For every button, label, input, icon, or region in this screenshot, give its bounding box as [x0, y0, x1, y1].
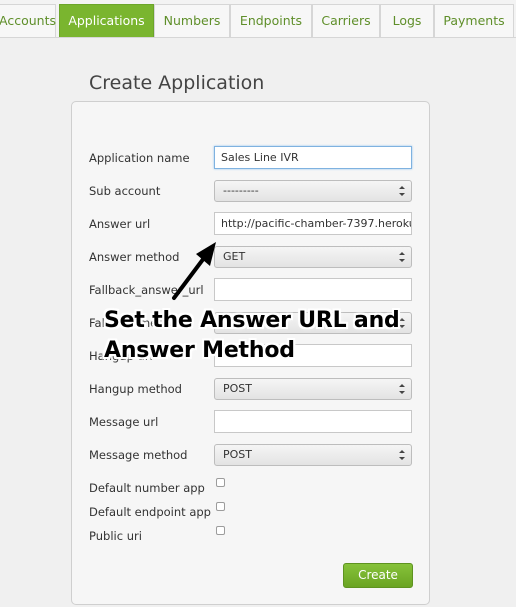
- public-uri-checkbox[interactable]: [216, 526, 225, 535]
- create-button[interactable]: Create: [343, 563, 413, 588]
- hangup-method-select[interactable]: POST: [214, 378, 412, 400]
- default-endpoint-app-checkbox[interactable]: [216, 502, 225, 511]
- message-url-label: Message url: [89, 415, 159, 429]
- page-title: Create Application: [89, 72, 265, 94]
- message-method-value: POST: [223, 448, 252, 461]
- top-nav: Accounts Applications Numbers Endpoints …: [0, 0, 516, 38]
- application-name-input[interactable]: Sales Line IVR: [214, 146, 412, 169]
- tab-payments[interactable]: Payments: [434, 4, 514, 37]
- tab-accounts[interactable]: Accounts: [0, 4, 56, 37]
- sub-account-label: Sub account: [89, 184, 161, 198]
- select-arrows-icon: [399, 252, 405, 262]
- message-method-label: Message method: [89, 448, 188, 462]
- answer-url-label: Answer url: [89, 217, 151, 231]
- message-url-input[interactable]: [214, 410, 412, 433]
- tab-carriers[interactable]: Carriers: [312, 4, 380, 37]
- public-uri-label: Public uri: [89, 529, 142, 543]
- answer-url-input[interactable]: http://pacific-chamber-7397.herokua: [214, 212, 412, 235]
- tab-endpoints[interactable]: Endpoints: [230, 4, 312, 37]
- annotation-text-line2: Answer Method: [104, 338, 295, 363]
- default-number-app-checkbox[interactable]: [216, 478, 225, 487]
- tab-logs[interactable]: Logs: [380, 4, 434, 37]
- answer-method-select[interactable]: GET: [214, 246, 412, 268]
- select-arrows-icon: [399, 450, 405, 460]
- application-name-label: Application name: [89, 151, 190, 165]
- annotation-text-line1: Set the Answer URL and: [104, 308, 400, 333]
- fallback-answer-url-input[interactable]: [214, 278, 412, 301]
- select-arrows-icon: [399, 186, 405, 196]
- tab-applications[interactable]: Applications: [59, 4, 154, 37]
- hangup-method-label: Hangup method: [89, 382, 182, 396]
- sub-account-value: ---------: [223, 184, 259, 197]
- hangup-method-value: POST: [223, 382, 252, 395]
- default-endpoint-app-label: Default endpoint app: [89, 505, 211, 519]
- select-arrows-icon: [399, 384, 405, 394]
- message-method-select[interactable]: POST: [214, 444, 412, 466]
- default-number-app-label: Default number app: [89, 481, 205, 495]
- sub-account-select[interactable]: ---------: [214, 180, 412, 202]
- tab-numbers[interactable]: Numbers: [154, 4, 230, 37]
- annotation-arrow-icon: [172, 242, 216, 300]
